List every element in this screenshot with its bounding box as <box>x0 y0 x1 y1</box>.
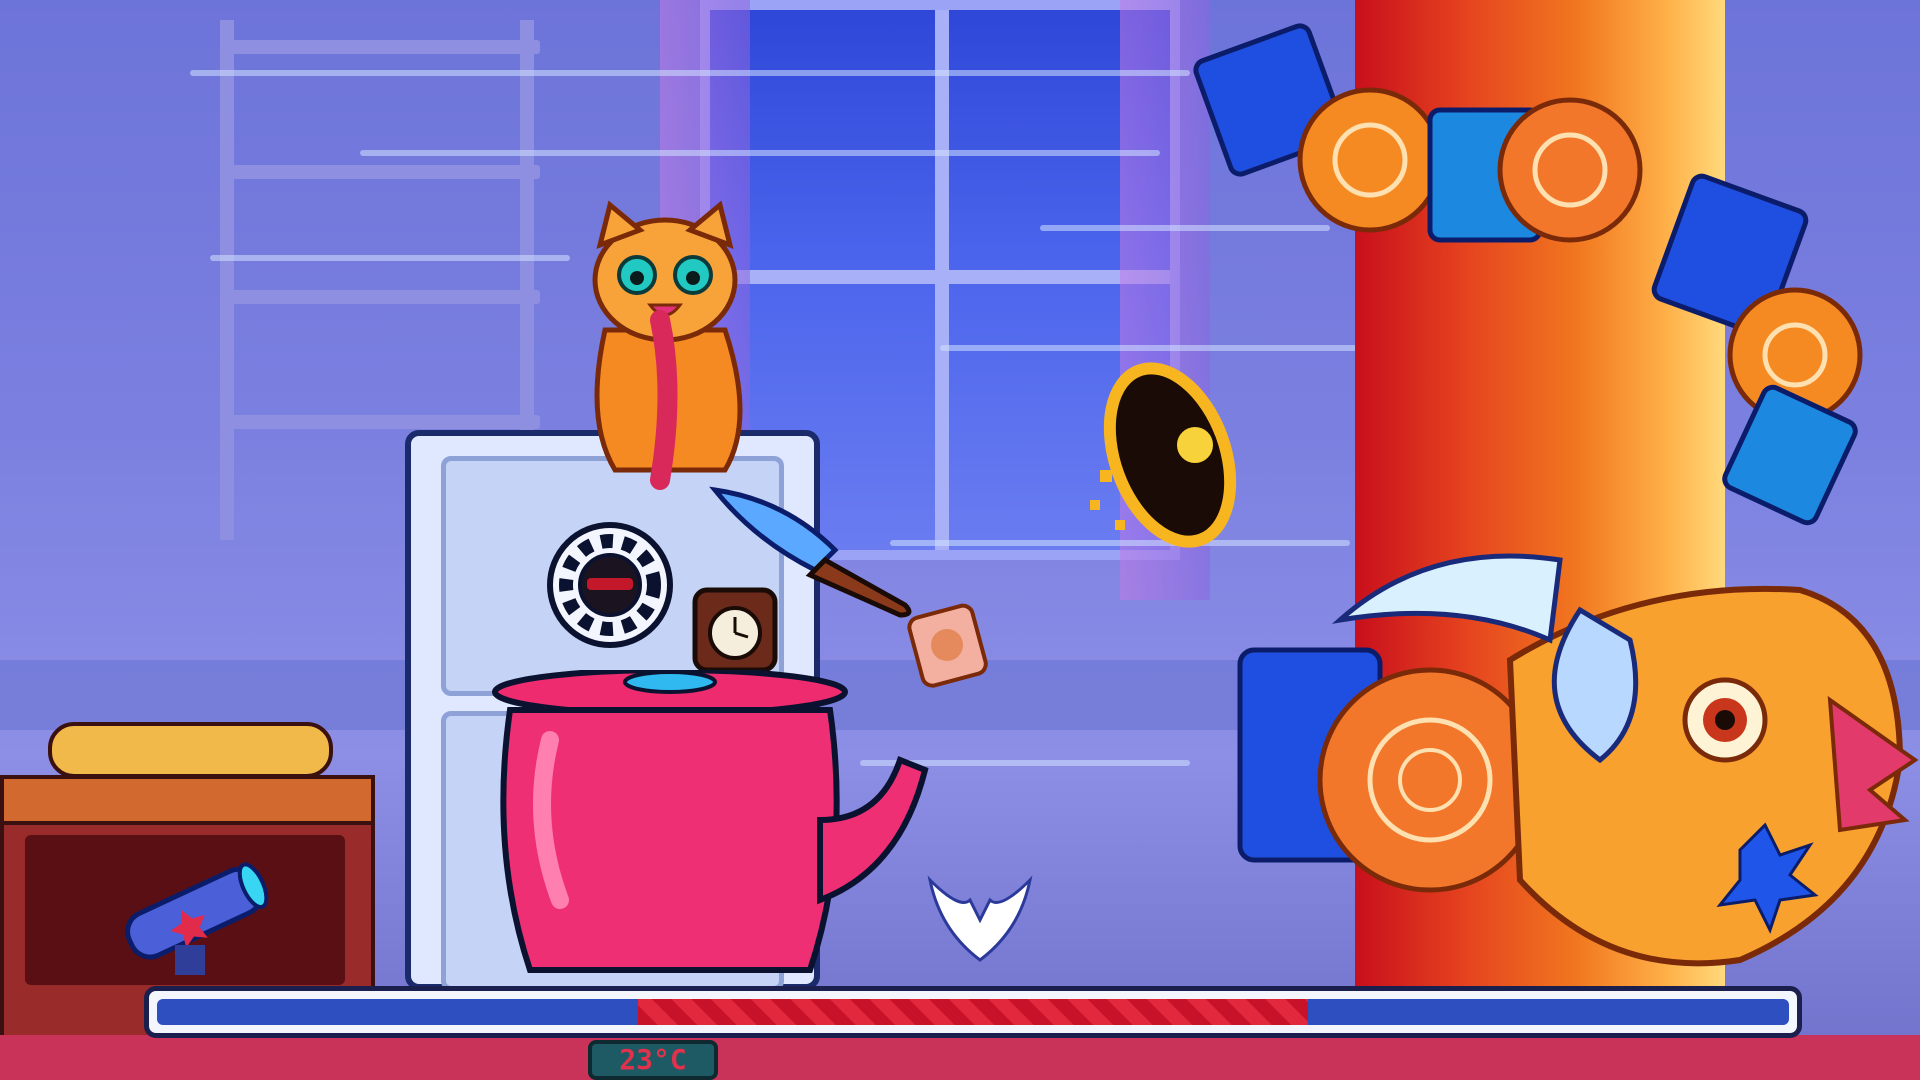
telescope-icon[interactable] <box>115 845 275 985</box>
knife-icon <box>709 486 912 618</box>
shelf <box>220 290 540 304</box>
wind-streak <box>190 70 1190 76</box>
wind-streak <box>210 255 570 261</box>
cat-character[interactable] <box>565 200 765 490</box>
dragon-creature <box>1193 23 1919 967</box>
shelf-post <box>220 20 234 540</box>
shelf <box>220 415 540 429</box>
cabinet-top <box>0 775 375 825</box>
floor-strip <box>0 1035 1920 1080</box>
progress-track <box>157 999 1789 1025</box>
shelf <box>220 40 540 54</box>
frying-pan-icon <box>1090 362 1237 548</box>
kettle-icon <box>492 670 929 973</box>
game-scene <box>0 0 1920 1080</box>
wind-streak <box>360 150 1160 156</box>
demon-emblem-icon <box>927 875 1033 962</box>
level-progress-bar <box>144 986 1802 1038</box>
shelf <box>220 165 540 179</box>
bread-loaf <box>48 722 333 778</box>
poker-chip-icon <box>547 522 673 648</box>
progress-fill <box>638 999 1308 1025</box>
thermometer-display: 23°C <box>588 1040 718 1080</box>
